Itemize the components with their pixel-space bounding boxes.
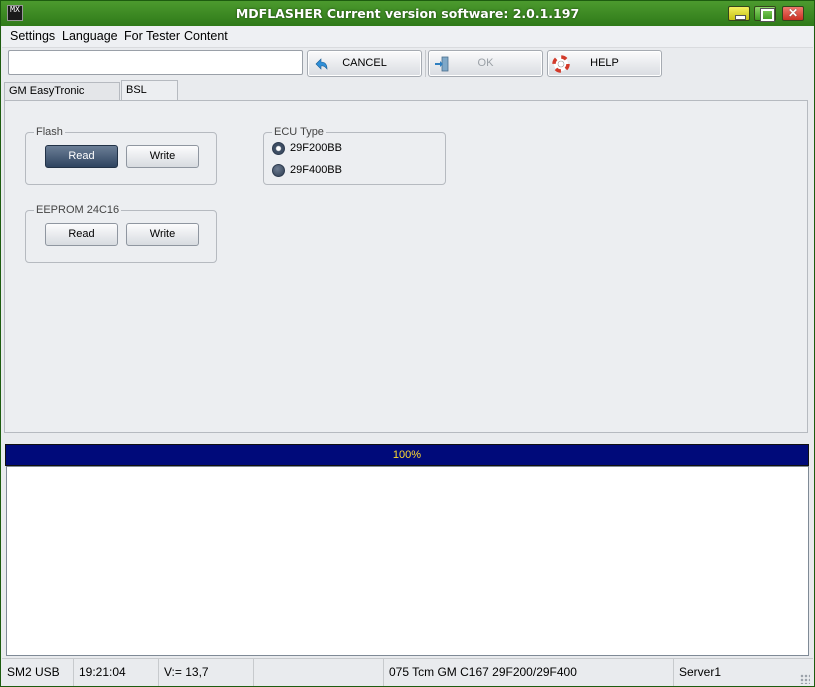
ecu-type-group-title: ECU Type [272, 126, 326, 138]
tab-gm-easytronic-bosch[interactable]: GM EasyTronic BOSCH [4, 82, 120, 114]
eeprom-group-title: EEPROM 24C16 [34, 204, 122, 216]
tab-bsl-mode[interactable]: BSL Mode [121, 80, 178, 115]
radio-29f400bb[interactable] [272, 164, 285, 177]
flash-group: Flash Read Write [25, 126, 217, 185]
ecu-type-group: ECU Type 29F200BB 29F400BB [263, 126, 446, 185]
status-time: 19:21:04 [74, 659, 159, 686]
minimize-button[interactable] [728, 6, 750, 21]
status-ecu: 075 Tcm GM C167 29F200/29F400 [384, 659, 674, 686]
undo-arrow-icon [315, 58, 328, 70]
help-button[interactable]: HELP [547, 50, 662, 77]
flash-write-button[interactable]: Write [126, 145, 199, 168]
eeprom-write-button[interactable]: Write [126, 223, 199, 246]
maximize-button[interactable] [754, 6, 776, 22]
progress-label: 100% [392, 449, 422, 461]
progress-bar: 100% [5, 444, 809, 466]
menu-language[interactable]: Language [62, 29, 118, 43]
radio-29f200bb-label: 29F200BB [290, 142, 342, 154]
lifebuoy-icon [552, 55, 570, 73]
menu-settings[interactable]: Settings [10, 29, 55, 43]
eeprom-group: EEPROM 24C16 Read Write [25, 204, 217, 263]
eeprom-read-button[interactable]: Read [45, 223, 118, 246]
close-button[interactable] [782, 6, 804, 21]
log-area[interactable] [6, 466, 809, 656]
menu-bar: Settings Language For Tester Content [2, 26, 813, 48]
window-title: MDFLASHER Current version software: 2.0.… [235, 6, 580, 21]
flash-group-title: Flash [34, 126, 65, 138]
title-bar[interactable]: MX MDFLASHER Current version software: 2… [1, 1, 814, 26]
cancel-button-label: CANCEL [342, 57, 387, 69]
status-empty [254, 659, 384, 686]
enter-door-icon [435, 56, 449, 72]
app-window: MX MDFLASHER Current version software: 2… [0, 0, 815, 687]
help-button-label: HELP [590, 57, 619, 69]
cancel-button[interactable]: CANCEL [307, 50, 422, 77]
radio-29f200bb[interactable] [272, 142, 285, 155]
ok-button[interactable]: OK [428, 50, 543, 77]
status-voltage: V:= 13,7 [159, 659, 254, 686]
status-server: Server1 [679, 665, 722, 679]
radio-29f400bb-label: 29F400BB [290, 164, 342, 176]
bsl-mode-panel: Flash Read Write EEPROM 24C16 Read Write… [4, 100, 808, 433]
menu-content[interactable]: Content [184, 29, 228, 43]
menu-for-tester[interactable]: For Tester [124, 29, 180, 43]
ok-button-label: OK [477, 57, 494, 69]
status-bar: SM2 USB 19:21:04 V:= 13,7 075 Tcm GM C16… [2, 658, 813, 686]
command-input[interactable] [8, 50, 303, 75]
resize-grip-icon[interactable] [800, 674, 810, 684]
toolbar-separator [425, 50, 426, 77]
status-port: SM2 USB [2, 659, 74, 686]
flash-read-button[interactable]: Read [45, 145, 118, 168]
